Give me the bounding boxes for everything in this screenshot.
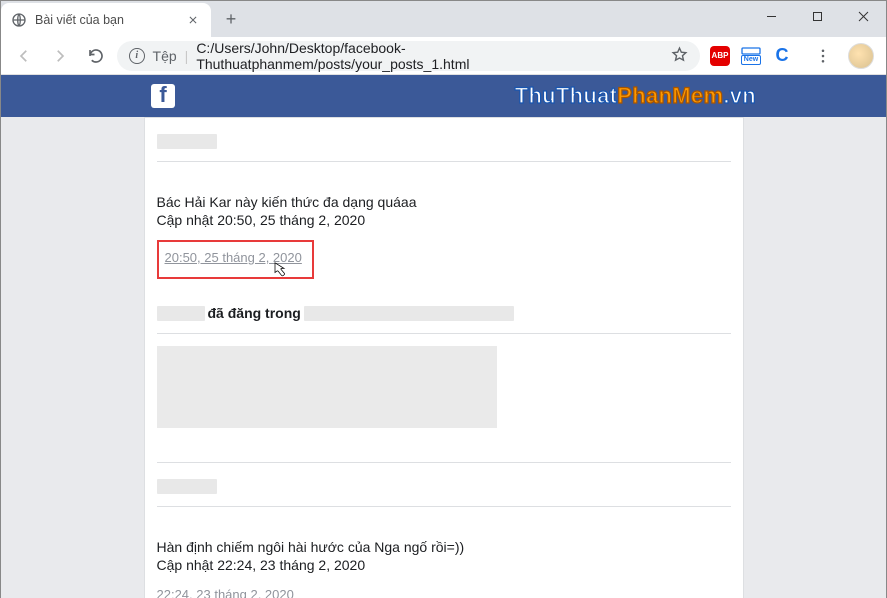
post-action-text: đã đăng trong [208,305,301,321]
facebook-logo-icon[interactable]: f [151,84,175,108]
globe-icon [11,12,27,28]
profile-avatar[interactable] [848,43,874,69]
close-tab-icon[interactable] [185,12,201,28]
author-name-redacted [157,306,205,321]
browser-tab-strip: Bài viết của bạn + [1,1,886,37]
site-info-icon[interactable]: i [129,48,145,64]
extension-c-icon[interactable]: C [772,45,792,66]
post-text: Bác Hải Kar này kiến thức đa dạng quáaa [157,174,731,210]
back-button[interactable] [9,41,39,71]
group-name-redacted [304,306,514,321]
address-bar-row: i Tệp | C:/Users/John/Desktop/facebook-T… [1,37,886,75]
window-controls [748,1,886,37]
omnibox[interactable]: i Tệp | C:/Users/John/Desktop/facebook-T… [117,41,700,71]
post-item: Bác Hải Kar này kiến thức đa dạng quáaa … [157,130,731,295]
post-content-redacted [157,346,497,428]
tab-title: Bài viết của bạn [35,13,124,27]
browser-menu-button[interactable] [808,41,838,71]
author-name-redacted [157,134,217,149]
posts-feed: Bác Hải Kar này kiến thức đa dạng quáaa … [144,117,744,598]
adblock-icon[interactable]: ABP [710,46,730,66]
page-content: f ThuThuatPhanMem.vn Bác Hải Kar này kiế… [1,75,886,598]
new-tab-button[interactable]: + [217,5,245,33]
extension-icons: ABP New C [706,41,878,71]
highlighted-timestamp-box: 20:50, 25 tháng 2, 2020 [157,240,314,279]
post-item: Hàn định chiếm ngôi hài hước của Nga ngố… [157,475,731,598]
bookmark-star-icon[interactable] [671,46,688,66]
post-divider [157,161,731,162]
post-update-time: Cập nhật 20:50, 25 tháng 2, 2020 [157,210,731,228]
post-divider [157,506,731,507]
close-window-button[interactable] [840,1,886,31]
maximize-button[interactable] [794,1,840,31]
cursor-pointer-icon [269,260,287,282]
facebook-header-bar: f ThuThuatPhanMem.vn [1,75,886,117]
forward-button[interactable] [45,41,75,71]
post-text: Hàn định chiếm ngôi hài hước của Nga ngố… [157,519,731,555]
url-separator: | [185,48,189,64]
post-header: đã đăng trong [157,305,731,321]
post-item: đã đăng trong [157,295,731,444]
post-update-time: Cập nhật 22:24, 23 tháng 2, 2020 [157,555,731,573]
watermark-text: ThuThuatPhanMem.vn [515,83,756,109]
post-timestamp: 22:24, 23 tháng 2, 2020 [157,587,731,598]
url-scheme-label: Tệp [153,48,177,64]
post-divider [157,333,731,334]
url-path: C:/Users/John/Desktop/facebook-Thuthuatp… [196,40,663,72]
reload-button[interactable] [81,41,111,71]
minimize-button[interactable] [748,1,794,31]
author-name-redacted [157,479,217,494]
post-separator [157,462,731,463]
browser-tab-active[interactable]: Bài viết của bạn [1,3,211,37]
extension-new-icon[interactable]: New [740,47,762,65]
